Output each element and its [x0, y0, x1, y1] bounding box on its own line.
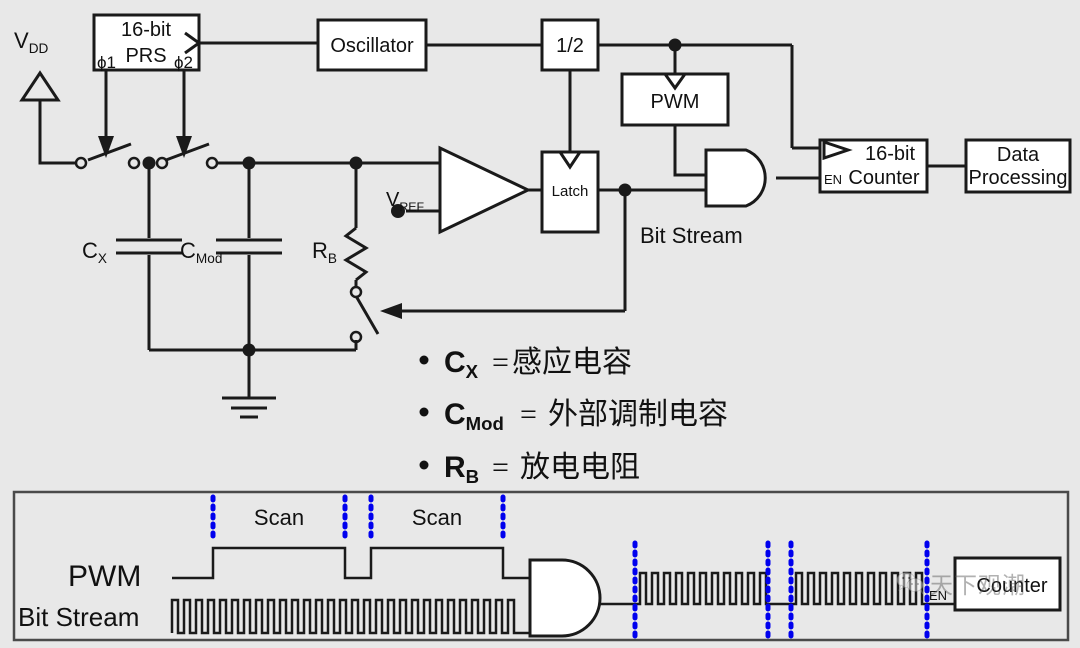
- prs-block[interactable]: 16-bit PRS ϕ1 ϕ2: [92, 13, 202, 72]
- circuit-diagram-svg: VDD 16-bit PRS ϕ1 ϕ2 CX CMod RB VREF Osc…: [0, 0, 1080, 648]
- counter-line2: Counter: [848, 167, 919, 189]
- divider-label: 1/2: [556, 35, 584, 57]
- scan-label-1: Scan: [412, 505, 462, 530]
- diagram-root: VDD 16-bit PRS ϕ1 ϕ2 CX CMod RB VREF Osc…: [0, 0, 1080, 648]
- switch-phi2-left-terminal: [155, 156, 169, 170]
- bullet-1-text: 外部调制电容: [548, 398, 728, 431]
- prs-phi2-label: ϕ2: [174, 53, 193, 72]
- counter-enable-label: EN: [824, 172, 842, 187]
- data-processing-block[interactable]: Data Processing: [964, 138, 1072, 194]
- list-item: RB = 放电电阻: [419, 451, 640, 487]
- switch-phi2-right-terminal: [205, 156, 219, 170]
- prs-phi1-label: ϕ1: [97, 53, 116, 72]
- and-gate-shape-icon: [704, 148, 767, 208]
- switch-phi1-left-terminal: [74, 156, 88, 170]
- pwm-label: PWM: [651, 91, 700, 113]
- counter-line1: 16-bit: [865, 143, 915, 165]
- data-processing-line2: Processing: [969, 167, 1068, 189]
- switch-discharge-top-terminal: [349, 285, 363, 299]
- scan-label-0: Scan: [254, 505, 304, 530]
- bullet-0-text: 感应电容: [512, 346, 632, 379]
- divider-block[interactable]: 1/2: [540, 18, 600, 72]
- switch-phi1-right-terminal: [127, 156, 141, 170]
- timing-panel: Scan Scan PWM Bit Stream Counter EN: [12, 490, 1070, 642]
- data-processing-line1: Data: [997, 144, 1040, 166]
- bullet-dot-icon: [419, 460, 429, 470]
- timing-and-gate-shape-icon: [528, 558, 602, 638]
- bullet-2-text: 放电电阻: [520, 451, 640, 484]
- bullet-dot-icon: [419, 407, 429, 417]
- bullet-dot-icon: [419, 355, 429, 365]
- latch-label: Latch: [552, 183, 589, 200]
- bullet-1-equals: =: [520, 398, 537, 431]
- timing-pwm-label: PWM: [68, 560, 141, 593]
- timing-counter-label: Counter: [976, 575, 1047, 597]
- list-item: CX = 感应电容: [419, 346, 632, 382]
- timing-counter-enable-label: EN: [929, 588, 947, 603]
- prs-line1: 16-bit: [121, 19, 171, 41]
- timing-bitstream-label: Bit Stream: [18, 602, 139, 632]
- bullet-2-equals: =: [492, 451, 509, 484]
- bit-stream-label: Bit Stream: [640, 223, 743, 248]
- oscillator-label: Oscillator: [330, 35, 414, 57]
- prs-line2: PRS: [125, 45, 166, 67]
- bullet-0-equals: =: [492, 346, 509, 379]
